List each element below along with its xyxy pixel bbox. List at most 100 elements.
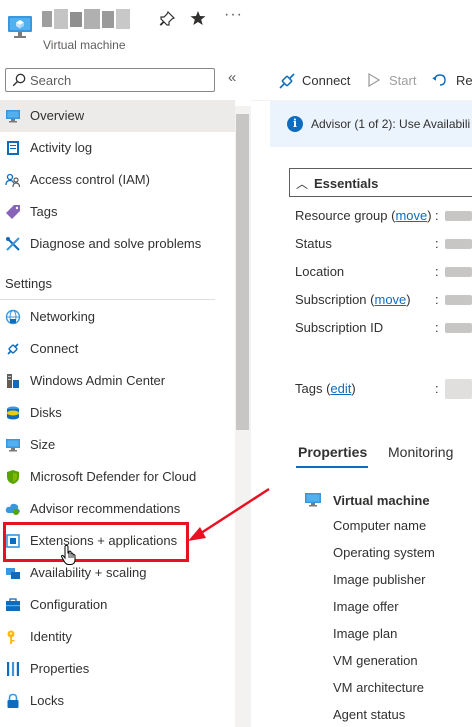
menu-item-label: Windows Admin Center xyxy=(30,373,166,388)
menu-item-properties[interactable]: Properties xyxy=(0,653,235,685)
vm-name-redacted xyxy=(42,9,134,31)
menu-item-label: Connect xyxy=(30,341,79,356)
colon: : xyxy=(435,208,439,223)
menu-item-size[interactable]: Size xyxy=(0,429,235,461)
settings-section-title: Settings xyxy=(5,276,52,291)
menu-item-tags[interactable]: Tags xyxy=(0,196,235,228)
pin-icon[interactable] xyxy=(159,11,175,27)
overview-tabs: Properties Monitoring xyxy=(292,437,472,471)
menu-item-label: Size xyxy=(30,437,56,452)
menu-item-label: Disks xyxy=(30,405,62,420)
redacted-value[interactable] xyxy=(445,295,472,305)
menu-item-label: Advisor recommendations xyxy=(30,501,181,516)
edit-link[interactable]: edit xyxy=(330,381,351,396)
redacted-value[interactable] xyxy=(445,211,472,221)
menu-scrollbar-thumb[interactable] xyxy=(236,114,249,430)
menu-item-identity[interactable]: Identity xyxy=(0,621,235,653)
menu-item-disks[interactable]: Disks xyxy=(0,397,235,429)
resource-type-label: Virtual machine xyxy=(43,38,126,52)
menu-item-label: Availability + scaling xyxy=(30,565,147,580)
menu-item-connect[interactable]: Connect xyxy=(0,333,235,365)
prop-image-publisher: Image publisher xyxy=(333,572,426,587)
menu-item-label: Identity xyxy=(30,629,72,644)
advisor-icon xyxy=(5,503,20,515)
play-icon xyxy=(368,72,381,88)
menu-item-windows-admin-center[interactable]: Windows Admin Center xyxy=(0,365,235,397)
menu-item-label: Properties xyxy=(30,661,90,676)
configuration-icon xyxy=(6,598,20,611)
size-icon xyxy=(6,439,20,452)
menu-search-input[interactable]: Search xyxy=(5,68,215,92)
hand-cursor-icon xyxy=(60,544,76,565)
properties-icon xyxy=(7,662,19,676)
tags-label: Tags (edit) xyxy=(295,381,356,396)
search-placeholder: Search xyxy=(30,73,72,88)
availability-icon xyxy=(6,568,20,579)
command-bar: Connect Start Res xyxy=(270,62,472,100)
redacted-value xyxy=(445,267,472,277)
network-icon xyxy=(5,309,21,325)
prop-agent-status: Agent status xyxy=(333,707,406,722)
menu-item-locks[interactable]: Locks xyxy=(0,685,235,717)
lock-icon xyxy=(7,693,19,708)
info-icon: i xyxy=(287,116,303,132)
menu-item-label: Diagnose and solve problems xyxy=(30,236,202,251)
colon: : xyxy=(435,381,439,396)
menu-item-label: Microsoft Defender for Cloud xyxy=(30,469,197,484)
prop-computer-name: Computer name xyxy=(333,518,427,533)
shield-icon xyxy=(7,470,19,484)
collapse-menu-button[interactable]: « xyxy=(228,69,236,86)
menu-item-overview[interactable]: Overview xyxy=(0,100,235,132)
identity-key-icon xyxy=(7,630,15,644)
connect-plug-icon xyxy=(279,73,295,89)
status-label: Status xyxy=(295,236,332,251)
start-label: Start xyxy=(389,73,417,88)
connect-label: Connect xyxy=(302,73,351,88)
location-label: Location xyxy=(295,264,345,279)
menu-item-advisor[interactable]: Advisor recommendations xyxy=(0,493,235,525)
redacted-value xyxy=(445,323,472,333)
move-link[interactable]: move xyxy=(395,208,427,223)
menu-item-label: Activity log xyxy=(30,140,93,155)
prop-vm-generation: VM generation xyxy=(333,653,418,668)
menu-item-label: Access control (IAM) xyxy=(30,172,150,187)
menu-item-label: Overview xyxy=(30,108,85,123)
menu-item-defender[interactable]: Microsoft Defender for Cloud xyxy=(0,461,235,493)
virtual-machine-icon xyxy=(8,16,32,38)
move-link[interactable]: move xyxy=(375,292,407,307)
resource-menu: Search « Overview Activity log Access co… xyxy=(0,62,251,727)
star-icon[interactable] xyxy=(190,10,206,26)
menu-item-networking[interactable]: Networking xyxy=(0,301,235,333)
virtual-machine-icon xyxy=(305,493,321,507)
menu-item-configuration[interactable]: Configuration xyxy=(0,589,235,621)
tag-icon xyxy=(6,205,20,219)
menu-item-label: Configuration xyxy=(30,597,108,612)
tab-properties[interactable]: Properties xyxy=(298,444,367,460)
tag-chip[interactable] xyxy=(445,379,472,399)
menu-item-diagnose[interactable]: Diagnose and solve problems xyxy=(0,228,235,260)
resource-group-label: Resource group (move) xyxy=(295,208,432,223)
restart-label: Res xyxy=(456,73,472,88)
colon: : xyxy=(435,320,439,335)
activity-log-icon xyxy=(7,141,19,155)
menu-item-label: Networking xyxy=(30,309,96,324)
restart-icon xyxy=(432,74,446,86)
annotation-highlight-box xyxy=(3,522,189,562)
wrench-icon xyxy=(6,237,20,251)
menu-item-access-control[interactable]: Access control (IAM) xyxy=(0,164,235,196)
colon: : xyxy=(435,264,439,279)
monitor-icon xyxy=(6,110,20,123)
tab-monitoring[interactable]: Monitoring xyxy=(388,444,453,460)
subscription-id-label: Subscription ID xyxy=(295,320,384,335)
more-options-icon[interactable]: ··· xyxy=(224,6,243,24)
essentials-toggle[interactable]: ︿ Essentials xyxy=(289,168,472,197)
active-tab-indicator xyxy=(296,466,368,468)
menu-item-activity-log[interactable]: Activity log xyxy=(0,132,235,164)
advisor-banner[interactable]: i Advisor (1 of 2): Use Availabili xyxy=(270,101,472,147)
menu-item-label: Locks xyxy=(30,693,64,708)
people-icon xyxy=(5,173,21,188)
connect-icon xyxy=(7,343,19,355)
section-divider xyxy=(0,299,215,300)
admin-center-icon xyxy=(7,374,19,388)
advisor-text: Advisor (1 of 2): Use Availabili xyxy=(311,117,471,131)
